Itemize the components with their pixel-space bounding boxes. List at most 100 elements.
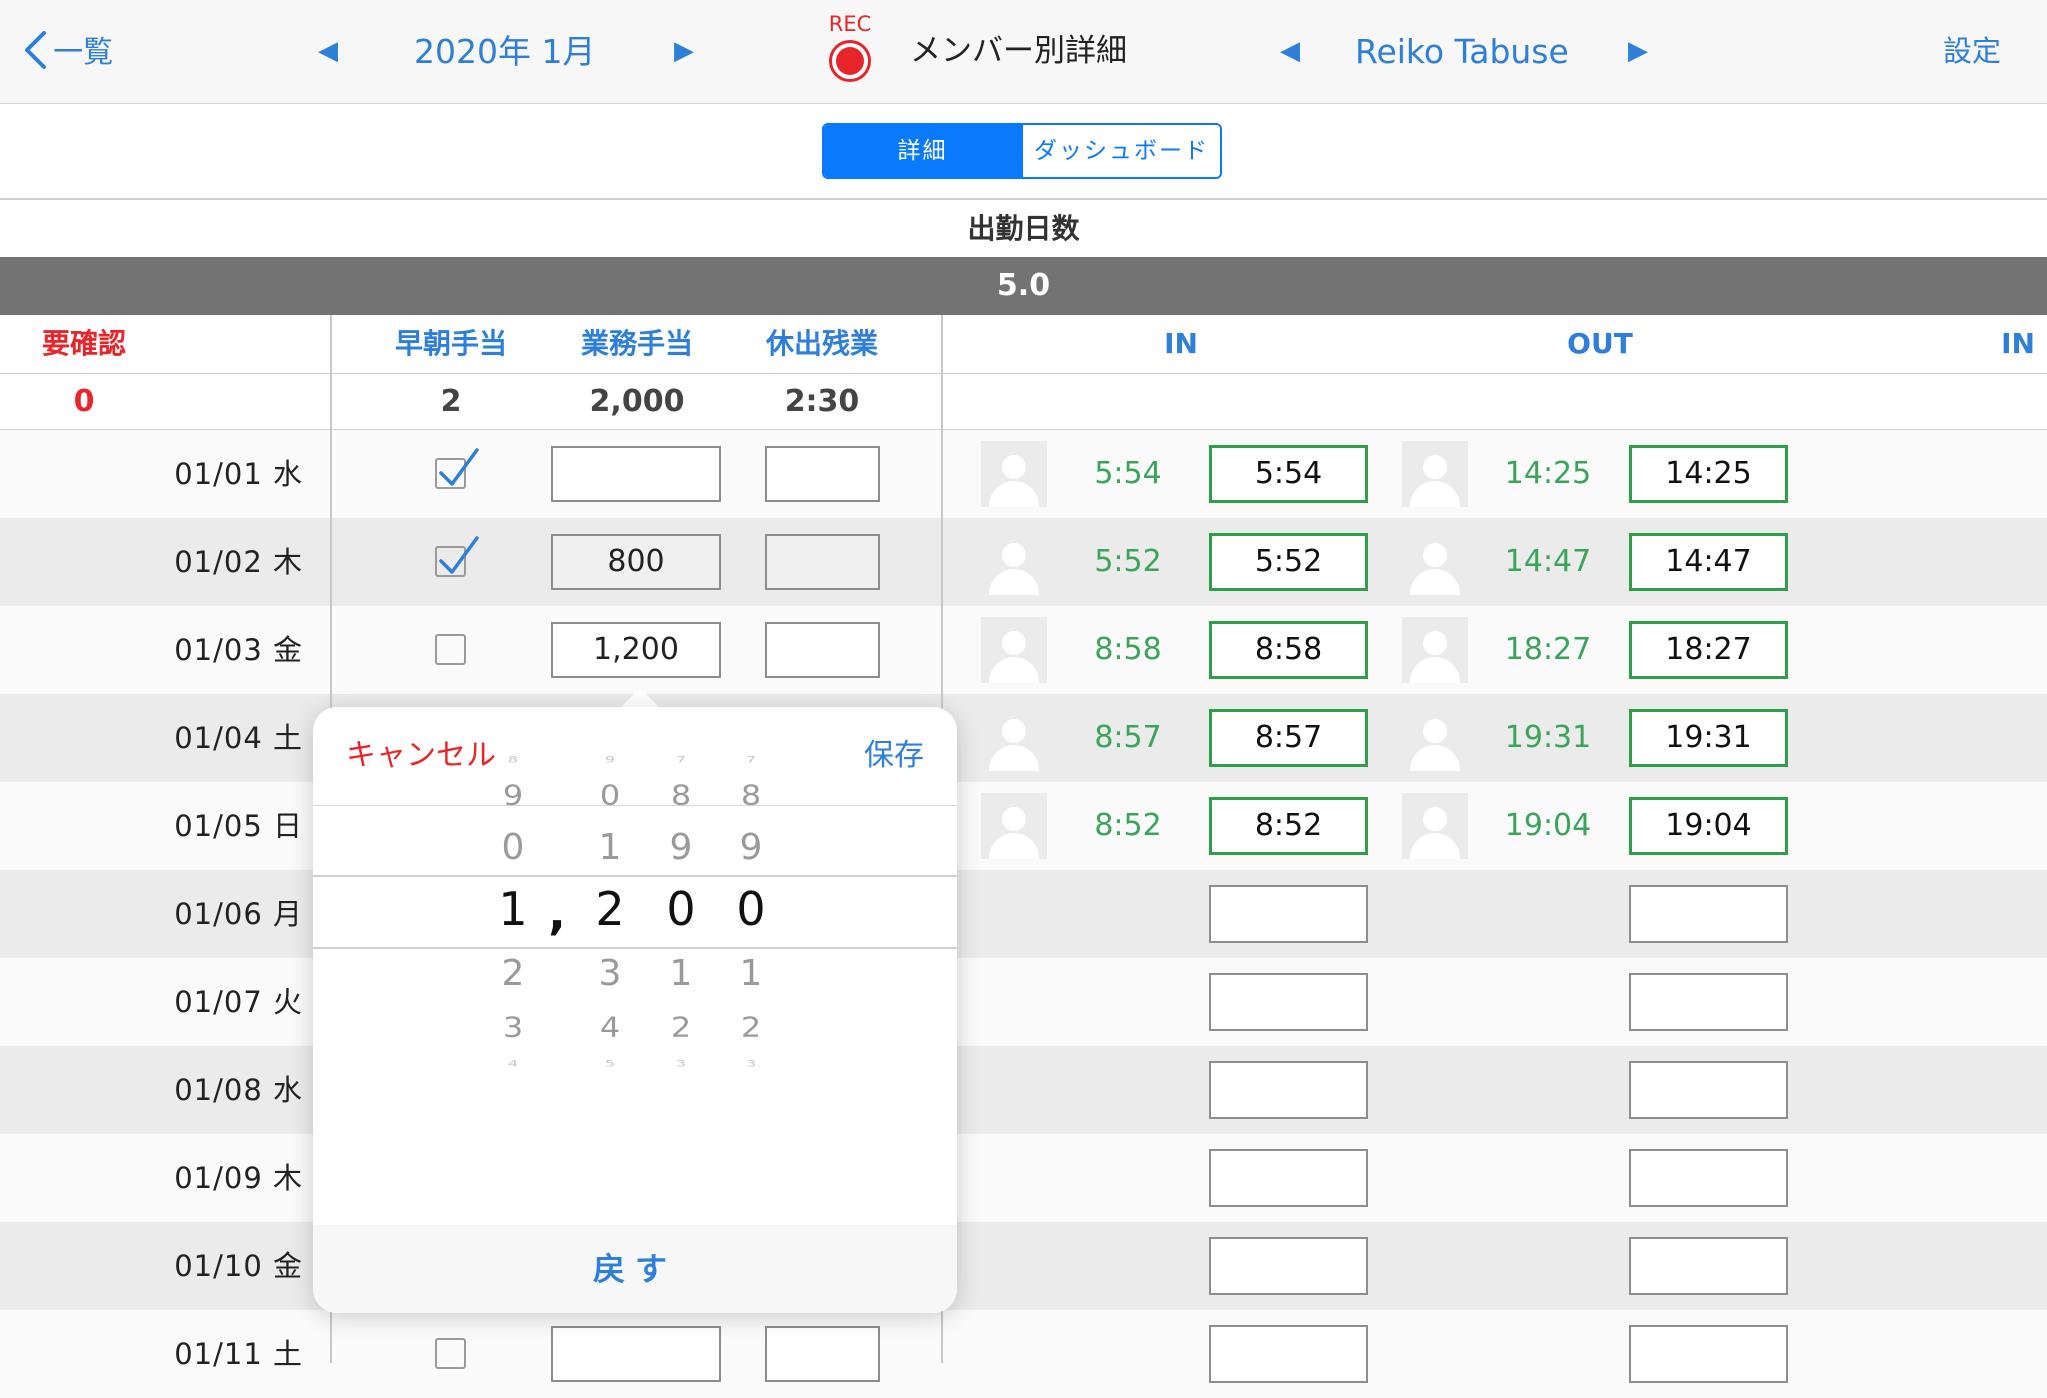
revert-button[interactable]: 戻す [313, 1225, 957, 1313]
in-recorded-time: 8:52 [1094, 808, 1162, 843]
month-label[interactable]: 2020年 1月 [414, 0, 595, 103]
out-time-field[interactable] [1629, 1237, 1788, 1295]
holiday-overtime-field[interactable] [765, 534, 880, 590]
out-time-field[interactable] [1629, 1061, 1788, 1119]
work-allowance-field[interactable]: 800 [551, 534, 721, 590]
in-recorded-time: 8:58 [1094, 632, 1162, 667]
picker-digit: 3 [598, 952, 622, 994]
out-recorded-time: 19:31 [1504, 720, 1592, 755]
save-button[interactable]: 保存 [864, 707, 924, 805]
picker-digit: 3 [745, 1058, 757, 1069]
header-early: 早朝手当 [394, 327, 507, 360]
in-time-field[interactable]: 8:52 [1209, 797, 1368, 855]
out-time-field[interactable]: 19:31 [1629, 709, 1788, 767]
in-recorded-time: 5:52 [1094, 544, 1162, 579]
picker-digit: 2 [670, 1011, 692, 1044]
total-confirm: 0 [73, 384, 95, 419]
out-photo-avatar[interactable] [1402, 793, 1468, 859]
rec-label: REC [828, 12, 872, 36]
holiday-overtime-field[interactable] [765, 446, 880, 502]
attendance-days-label: 出勤日数 [0, 200, 2047, 257]
in-photo-avatar[interactable] [981, 617, 1047, 683]
member-name[interactable]: Reiko Tabuse [1355, 0, 1569, 103]
in-time-field[interactable] [1209, 885, 1368, 943]
chevron-left-icon [25, 30, 46, 69]
out-time-field[interactable] [1629, 1325, 1788, 1383]
out-photo-avatar[interactable] [1402, 529, 1468, 595]
picker-selection-line [313, 947, 957, 949]
picker-digit: 9 [739, 826, 763, 868]
out-photo-avatar[interactable] [1402, 617, 1468, 683]
out-time-field[interactable]: 18:27 [1629, 621, 1788, 679]
out-time-field[interactable]: 14:47 [1629, 533, 1788, 591]
number-picker[interactable]: 8902349013457891237891231,200 [313, 754, 957, 1225]
picker-digit: 4 [599, 1011, 621, 1044]
picker-digit: 9 [669, 826, 693, 868]
work-allowance-field[interactable]: 1,200 [551, 622, 721, 678]
work-allowance-field[interactable] [551, 1326, 721, 1382]
segment-dashboard[interactable]: ダッシュボード [1021, 125, 1220, 177]
early-allowance-checkbox[interactable] [435, 448, 479, 489]
in-time-field[interactable] [1209, 1237, 1368, 1295]
picker-digit: 5 [604, 1058, 616, 1069]
holiday-overtime-field[interactable] [765, 1326, 880, 1382]
in-time-field[interactable] [1209, 1061, 1368, 1119]
segment-detail[interactable]: 詳細 [824, 125, 1021, 177]
table-row: 01/09 木 [0, 1134, 2047, 1222]
early-allowance-checkbox[interactable] [435, 536, 479, 577]
picker-digit: 8 [740, 779, 762, 812]
out-photo-avatar[interactable] [1402, 441, 1468, 507]
out-recorded-time: 19:04 [1504, 808, 1592, 843]
out-time-field[interactable] [1629, 973, 1788, 1031]
in-time-field[interactable]: 5:54 [1209, 445, 1368, 503]
picker-digit: 1 [598, 826, 622, 868]
row-date: 01/05 日 [174, 809, 303, 843]
next-month-arrow[interactable]: ▶ [674, 0, 694, 103]
picker-digit: 1 [669, 952, 693, 994]
picker-digit: 4 [507, 1058, 519, 1069]
prev-member-arrow[interactable]: ◀ [1280, 0, 1300, 103]
picker-digit: 7 [745, 754, 757, 765]
work-allowance-field[interactable] [551, 446, 721, 502]
rec-button[interactable]: REC [822, 12, 878, 84]
out-time-field[interactable] [1629, 1149, 1788, 1207]
picker-digit: 9 [604, 754, 616, 765]
view-segmented-control: 詳細 ダッシュボード [822, 123, 1222, 179]
early-allowance-checkbox[interactable] [435, 634, 466, 665]
segment-area: 詳細 ダッシュボード [0, 104, 2047, 200]
back-button[interactable]: 一覧 [22, 0, 113, 103]
in-photo-avatar[interactable] [981, 529, 1047, 595]
in-photo-avatar[interactable] [981, 793, 1047, 859]
number-picker-popover: キャンセル 保存 8902349013457891237891231,200 戻… [313, 707, 957, 1313]
table-row: 01/03 金 1,200 8:58 8:58 18:27 18:27 [0, 606, 2047, 694]
in-time-field[interactable]: 8:58 [1209, 621, 1368, 679]
holiday-overtime-field[interactable] [765, 622, 880, 678]
settings-button[interactable]: 設定 [1943, 0, 2001, 103]
in-time-field[interactable] [1209, 1149, 1368, 1207]
picker-selected-digit: 2 [595, 882, 625, 936]
out-photo-avatar[interactable] [1402, 705, 1468, 771]
in-photo-avatar[interactable] [981, 705, 1047, 771]
in-time-field[interactable] [1209, 1325, 1368, 1383]
header-confirm: 要確認 [41, 327, 126, 360]
picker-digit: 2 [740, 1011, 762, 1044]
row-date: 01/11 土 [174, 1337, 303, 1371]
in-time-field[interactable] [1209, 973, 1368, 1031]
in-photo-avatar[interactable] [981, 441, 1047, 507]
table-row: 01/02 木 800 5:52 5:52 14:47 14:47 [0, 518, 2047, 606]
header-in-2: IN [2001, 327, 2035, 360]
table-row: 01/06 月 [0, 870, 2047, 958]
checkmark-icon [439, 536, 479, 574]
picker-selected-digit: 0 [736, 882, 766, 936]
out-time-field[interactable]: 14:25 [1629, 445, 1788, 503]
out-time-field[interactable] [1629, 885, 1788, 943]
out-time-field[interactable]: 19:04 [1629, 797, 1788, 855]
cancel-button[interactable]: キャンセル [346, 707, 496, 805]
row-date: 01/08 水 [174, 1073, 303, 1107]
out-recorded-time: 14:25 [1504, 456, 1592, 491]
early-allowance-checkbox[interactable] [435, 1338, 466, 1369]
in-time-field[interactable]: 8:57 [1209, 709, 1368, 767]
in-time-field[interactable]: 5:52 [1209, 533, 1368, 591]
prev-month-arrow[interactable]: ◀ [318, 0, 338, 103]
next-member-arrow[interactable]: ▶ [1628, 0, 1648, 103]
